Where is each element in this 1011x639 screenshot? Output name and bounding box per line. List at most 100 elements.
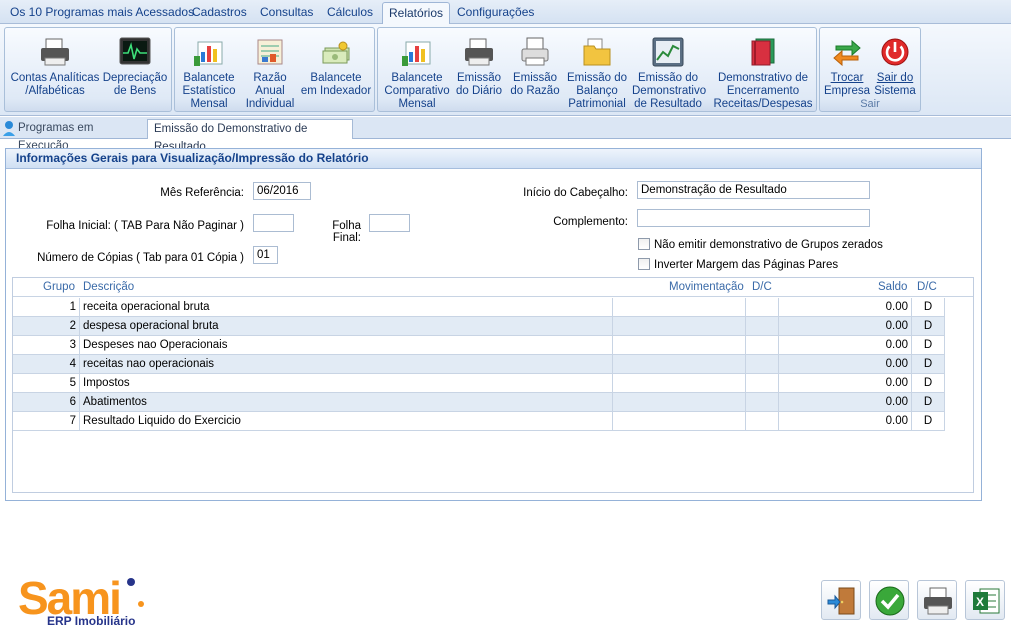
cell-dc (746, 355, 779, 374)
exit-door-button[interactable] (821, 580, 861, 620)
demonstrativo-encerramento-button[interactable]: Demonstrativo de Encerramento Receitas/D… (710, 30, 816, 111)
menu-tab-consultas[interactable]: Consultas (254, 2, 319, 24)
ribbon-group-sair: Trocar Empresa Sair do Sistema Sair (819, 27, 921, 112)
cell-dc: D (912, 374, 945, 393)
cell-dc: D (912, 298, 945, 317)
cell-dc (746, 298, 779, 317)
bar-chart-icon (194, 41, 223, 66)
column-header-dc[interactable]: D/C (917, 281, 937, 293)
cell-descricao: Despeses nao Operacionais (80, 336, 613, 355)
table-row[interactable]: 2 despesa operacional bruta 0.00 D (13, 317, 945, 336)
column-header-descricao[interactable]: Descrição (83, 281, 134, 293)
button-label: Balancete (183, 72, 235, 84)
door-exit-icon (827, 587, 855, 615)
mes-referencia-input[interactable]: 06/2016 (253, 182, 311, 200)
button-label: Emissão do (566, 72, 628, 84)
folha-inicial-label: Folha Inicial: ( TAB Para Não Paginar ) (46, 220, 244, 232)
power-icon (881, 38, 909, 66)
svg-text:X: X (976, 595, 984, 609)
cell-descricao: receita operacional bruta (80, 298, 613, 317)
menu-bar: Os 10 Programas mais Acessados Cadastros… (0, 0, 1011, 24)
document-tabs: Programas em Execução Emissão do Demonst… (0, 117, 1011, 153)
emissao-diario-button[interactable]: Emissão do Diário (454, 30, 504, 98)
button-label: do Razão (510, 85, 560, 97)
table-row[interactable]: 6 Abatimentos 0.00 D (13, 393, 945, 412)
numero-copias-input[interactable]: 01 (253, 246, 278, 264)
cell-movimentacao (613, 317, 746, 336)
nao-emitir-zerados-checkbox[interactable]: Não emitir demonstrativo de Grupos zerad… (638, 238, 883, 251)
balancete-estatistico-button[interactable]: Balancete Estatístico Mensal (177, 30, 241, 111)
cell-dc (746, 317, 779, 336)
checkbox-box[interactable] (638, 258, 650, 270)
confirm-button[interactable] (869, 580, 909, 620)
bar-chart-icon (402, 41, 431, 66)
cell-dc (746, 393, 779, 412)
button-label: Receitas/Despesas (713, 98, 813, 110)
cell-dc (746, 374, 779, 393)
column-header-grupo[interactable]: Grupo (43, 281, 75, 293)
cell-saldo: 0.00 (779, 374, 912, 393)
money-icon (322, 41, 350, 64)
inicio-cabecalho-input[interactable]: Demonstração de Resultado (637, 181, 870, 199)
cell-grupo: 3 (13, 336, 80, 355)
sair-sistema-button[interactable]: Sair do Sistema (872, 30, 918, 98)
menu-tab-calculos[interactable]: Cálculos (321, 2, 379, 24)
button-label: Anual (255, 85, 285, 97)
button-label: Trocar (830, 72, 864, 84)
ribbon: Contas Analíticas /Alfabéticas Depreciaç… (0, 24, 1011, 116)
table-row[interactable]: 3 Despeses nao Operacionais 0.00 D (13, 336, 945, 355)
trocar-empresa-button[interactable]: Trocar Empresa (824, 30, 870, 98)
cell-grupo: 1 (13, 298, 80, 317)
menu-tab-top10[interactable]: Os 10 Programas mais Acessados (4, 2, 200, 24)
tab-programas-em-execucao[interactable]: Programas em Execução (12, 119, 146, 152)
complemento-input[interactable] (637, 209, 870, 227)
table-row[interactable]: 4 receitas nao operacionais 0.00 D (13, 355, 945, 374)
cell-movimentacao (613, 412, 746, 431)
button-label: /Alfabéticas (25, 85, 85, 97)
razao-anual-button[interactable]: Razão Anual Individual (243, 30, 297, 111)
button-label: Emissão (456, 72, 502, 84)
ribbon-group-balancetes: Balancete Estatístico Mensal Razão Anual… (174, 27, 375, 112)
cell-descricao: receitas nao operacionais (80, 355, 613, 374)
menu-tab-configuracoes[interactable]: Configurações (451, 2, 540, 24)
button-label: Balancete (391, 72, 443, 84)
cell-movimentacao (613, 355, 746, 374)
balancete-indexador-button[interactable]: Balancete em Indexador (299, 30, 373, 98)
button-label: em Indexador (300, 85, 372, 97)
inverter-margem-checkbox[interactable]: Inverter Margem das Páginas Pares (638, 258, 838, 271)
cell-grupo: 2 (13, 317, 80, 336)
checkbox-box[interactable] (638, 238, 650, 250)
emissao-razao-button[interactable]: Emissão do Razão (510, 30, 560, 98)
balancete-comparativo-button[interactable]: Balancete Comparativo Mensal (382, 30, 452, 111)
folha-inicial-input[interactable] (253, 214, 294, 232)
cell-saldo: 0.00 (779, 355, 912, 374)
button-label: Emissão (512, 72, 558, 84)
table-row[interactable]: 1 receita operacional bruta 0.00 D (13, 298, 945, 317)
column-header-saldo[interactable]: Saldo (878, 281, 907, 293)
depreciacao-button[interactable]: Depreciação de Bens (101, 30, 169, 98)
complemento-label: Complemento: (553, 216, 628, 228)
table-row[interactable]: 5 Impostos 0.00 D (13, 374, 945, 393)
cell-descricao: Impostos (80, 374, 613, 393)
excel-export-button[interactable]: X (965, 580, 1005, 620)
button-label: Sistema (874, 85, 916, 97)
emissao-demonstrativo-button[interactable]: Emissão do Demonstrativo de Resultado (632, 30, 707, 111)
table-header: Grupo Descrição Movimentação D/C Saldo D… (13, 278, 973, 297)
cell-saldo: 0.00 (779, 298, 912, 317)
menu-tab-cadastros[interactable]: Cadastros (186, 2, 253, 24)
contas-analiticas-button[interactable]: Contas Analíticas /Alfabéticas (9, 30, 101, 98)
folha-final-input[interactable] (369, 214, 410, 232)
print-button[interactable] (917, 580, 957, 620)
tab-emissao-demonstrativo[interactable]: Emissão do Demonstrativo de Resultado (147, 119, 353, 153)
cell-grupo: 7 (13, 412, 80, 431)
cell-movimentacao (613, 336, 746, 355)
table-row[interactable]: 7 Resultado Liquido do Exercicio 0.00 D (13, 412, 945, 431)
menu-tab-relatorios[interactable]: Relatórios (382, 2, 451, 24)
emissao-balanco-button[interactable]: Emissão do Balanço Patrimonial (564, 30, 630, 111)
cell-saldo: 0.00 (779, 412, 912, 431)
ledger-icon (257, 39, 283, 65)
column-header-movimentacao[interactable]: Movimentação (669, 281, 744, 293)
groups-table[interactable]: Grupo Descrição Movimentação D/C Saldo D… (12, 277, 974, 493)
button-label: Demonstrativo (632, 85, 707, 97)
column-header-dc[interactable]: D/C (752, 281, 772, 293)
